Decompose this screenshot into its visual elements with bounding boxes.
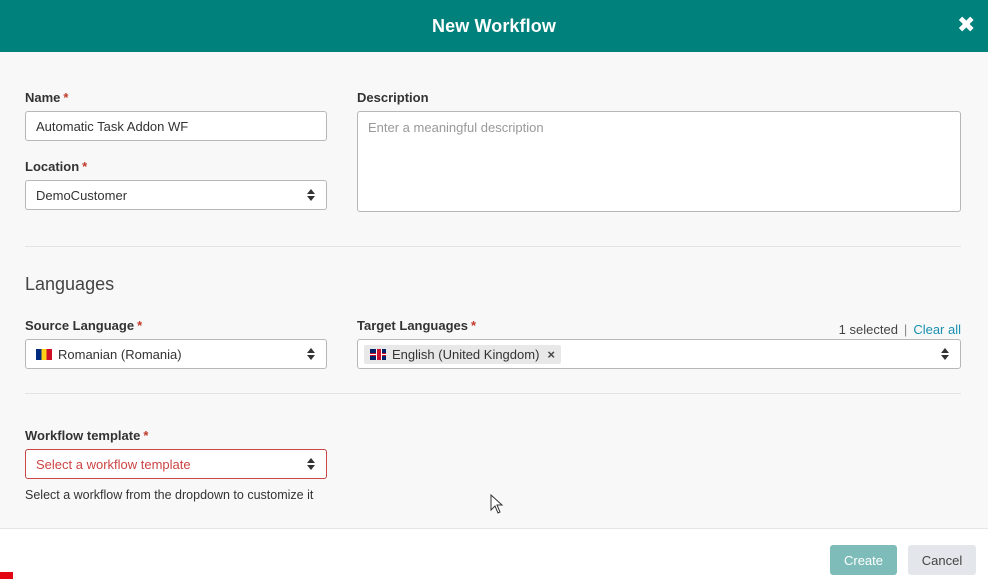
workflow-template-help: Select a workflow from the dropdown to c… [25,488,314,502]
sort-arrows-icon [306,457,316,471]
remove-tag-icon[interactable]: × [547,347,555,362]
languages-section-title: Languages [25,274,115,294]
selected-count: 1 selected [838,322,898,337]
sort-arrows-icon [306,347,316,361]
workflow-template-label-text: Workflow template [25,428,141,443]
required-marker: * [143,428,149,443]
workflow-template-select[interactable]: Select a workflow template [25,449,327,479]
romania-flag-icon [36,348,52,360]
location-label-text: Location [25,159,80,174]
source-language-label-text: Source Language [25,318,135,333]
close-icon[interactable]: ✖ [957,14,975,36]
description-label: Description [357,90,429,105]
name-input-value: Automatic Task Addon WF [36,118,189,134]
dialog-footer: Create Cancel [0,528,988,579]
name-label: Name * [25,90,68,105]
required-marker: * [137,318,143,333]
description-label-text: Description [357,90,429,105]
target-languages-label-text: Target Languages [357,318,469,333]
selection-summary: 1 selected | Clear all [839,322,961,337]
language-tag: English (United Kingdom) × [364,344,561,364]
target-languages-select[interactable]: English (United Kingdom) × [357,339,961,369]
location-label: Location * [25,159,87,174]
source-language-select[interactable]: Romanian (Romania) [25,339,327,369]
section-divider [25,246,961,247]
workflow-template-placeholder: Select a workflow template [36,456,191,472]
create-button[interactable]: Create [830,545,897,575]
source-language-label: Source Language * [25,318,142,333]
sort-arrows-icon [940,347,950,361]
location-select-value: DemoCustomer [36,187,128,203]
required-marker: * [471,318,477,333]
name-label-text: Name [25,90,61,105]
required-marker: * [63,90,69,105]
red-marker [0,572,13,579]
dialog-title: New Workflow [432,15,556,36]
workflow-template-label: Workflow template * [25,428,148,443]
required-marker: * [82,159,88,174]
sort-arrows-icon [306,188,316,202]
name-input[interactable]: Automatic Task Addon WF [25,111,327,141]
dialog-header: New Workflow ✖ [0,0,988,52]
section-divider [25,393,961,394]
source-language-value: Romanian (Romania) [58,346,182,362]
uk-flag-icon [370,348,386,360]
target-languages-label: Target Languages * [357,318,476,333]
clear-all-link[interactable]: Clear all [913,322,961,337]
mouse-cursor-icon [490,494,504,514]
description-textarea[interactable] [357,111,961,212]
location-select[interactable]: DemoCustomer [25,180,327,210]
separator: | [903,322,908,337]
cancel-button[interactable]: Cancel [908,545,976,575]
language-tag-label: English (United Kingdom) [392,346,540,362]
